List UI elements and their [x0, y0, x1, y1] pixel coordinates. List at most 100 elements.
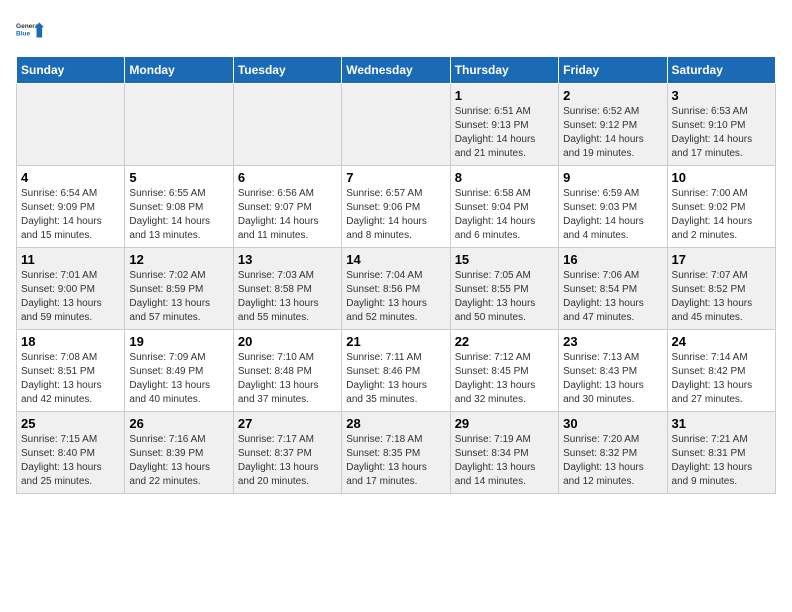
calendar-cell: 21 Sunrise: 7:11 AM Sunset: 8:46 PM Dayli…: [342, 330, 450, 412]
day-info: Sunrise: 7:05 AM Sunset: 8:55 PM Dayligh…: [455, 269, 554, 325]
calendar-cell: [17, 84, 125, 166]
day-number: 14: [346, 252, 445, 267]
day-info: Sunrise: 6:55 AM Sunset: 9:08 PM Dayligh…: [129, 187, 228, 243]
day-info: Sunrise: 6:59 AM Sunset: 9:03 PM Dayligh…: [563, 187, 662, 243]
day-info: Sunrise: 6:54 AM Sunset: 9:09 PM Dayligh…: [21, 187, 120, 243]
calendar-week-row: 1 Sunrise: 6:51 AM Sunset: 9:13 PM Daylig…: [17, 84, 776, 166]
day-info: Sunrise: 7:08 AM Sunset: 8:51 PM Dayligh…: [21, 351, 120, 407]
day-number: 23: [563, 334, 662, 349]
day-info: Sunrise: 6:58 AM Sunset: 9:04 PM Dayligh…: [455, 187, 554, 243]
day-info: Sunrise: 7:01 AM Sunset: 9:00 PM Dayligh…: [21, 269, 120, 325]
day-number: 20: [238, 334, 337, 349]
calendar-cell: 30 Sunrise: 7:20 AM Sunset: 8:32 PM Dayli…: [559, 412, 667, 494]
day-info: Sunrise: 7:11 AM Sunset: 8:46 PM Dayligh…: [346, 351, 445, 407]
day-number: 13: [238, 252, 337, 267]
calendar-cell: 11 Sunrise: 7:01 AM Sunset: 9:00 PM Dayli…: [17, 248, 125, 330]
day-number: 11: [21, 252, 120, 267]
day-info: Sunrise: 7:12 AM Sunset: 8:45 PM Dayligh…: [455, 351, 554, 407]
calendar-cell: 9 Sunrise: 6:59 AM Sunset: 9:03 PM Daylig…: [559, 166, 667, 248]
day-number: 10: [672, 170, 771, 185]
header-sunday: Sunday: [17, 57, 125, 84]
calendar-cell: 10 Sunrise: 7:00 AM Sunset: 9:02 PM Dayli…: [667, 166, 775, 248]
day-number: 17: [672, 252, 771, 267]
day-number: 8: [455, 170, 554, 185]
day-number: 2: [563, 88, 662, 103]
day-number: 7: [346, 170, 445, 185]
calendar-cell: 3 Sunrise: 6:53 AM Sunset: 9:10 PM Daylig…: [667, 84, 775, 166]
calendar-cell: [342, 84, 450, 166]
calendar-cell: 26Sunrise: 7:16 AM Sunset: 8:39 PM Dayli…: [125, 412, 233, 494]
day-number: 3: [672, 88, 771, 103]
day-number: 18: [21, 334, 120, 349]
calendar-table: SundayMondayTuesdayWednesdayThursdayFrid…: [16, 56, 776, 494]
calendar-cell: 27 Sunrise: 7:17 AM Sunset: 8:37 PM Dayli…: [233, 412, 341, 494]
calendar-cell: 24 Sunrise: 7:14 AM Sunset: 8:42 PM Dayli…: [667, 330, 775, 412]
day-info: Sunrise: 7:09 AM Sunset: 8:49 PM Dayligh…: [129, 351, 228, 407]
day-number: 4: [21, 170, 120, 185]
header-monday: Monday: [125, 57, 233, 84]
calendar-cell: 8 Sunrise: 6:58 AM Sunset: 9:04 PM Daylig…: [450, 166, 558, 248]
calendar-cell: 5 Sunrise: 6:55 AM Sunset: 9:08 PM Daylig…: [125, 166, 233, 248]
day-number: 16: [563, 252, 662, 267]
day-number: 25: [21, 416, 120, 431]
day-number: 27: [238, 416, 337, 431]
day-info: Sunrise: 6:56 AM Sunset: 9:07 PM Dayligh…: [238, 187, 337, 243]
calendar-cell: 13Sunrise: 7:03 AM Sunset: 8:58 PM Dayli…: [233, 248, 341, 330]
calendar-cell: [125, 84, 233, 166]
day-info: Sunrise: 7:02 AM Sunset: 8:59 PM Dayligh…: [129, 269, 228, 325]
calendar-cell: 19 Sunrise: 7:09 AM Sunset: 8:49 PM Dayli…: [125, 330, 233, 412]
calendar-cell: 29 Sunrise: 7:19 AM Sunset: 8:34 PM Dayli…: [450, 412, 558, 494]
calendar-cell: 1 Sunrise: 6:51 AM Sunset: 9:13 PM Daylig…: [450, 84, 558, 166]
day-number: 21: [346, 334, 445, 349]
day-info: Sunrise: 7:19 AM Sunset: 8:34 PM Dayligh…: [455, 433, 554, 489]
calendar-cell: 22 Sunrise: 7:12 AM Sunset: 8:45 PM Dayli…: [450, 330, 558, 412]
day-info: Sunrise: 7:04 AM Sunset: 8:56 PM Dayligh…: [346, 269, 445, 325]
day-info: Sunrise: 6:57 AM Sunset: 9:06 PM Dayligh…: [346, 187, 445, 243]
day-number: 31: [672, 416, 771, 431]
calendar-cell: 6Sunrise: 6:56 AM Sunset: 9:07 PM Daylig…: [233, 166, 341, 248]
logo-icon: GeneralBlue: [16, 16, 44, 44]
day-info: Sunrise: 7:06 AM Sunset: 8:54 PM Dayligh…: [563, 269, 662, 325]
header-friday: Friday: [559, 57, 667, 84]
day-number: 19: [129, 334, 228, 349]
calendar-week-row: 18 Sunrise: 7:08 AM Sunset: 8:51 PM Dayli…: [17, 330, 776, 412]
day-info: Sunrise: 7:07 AM Sunset: 8:52 PM Dayligh…: [672, 269, 771, 325]
day-number: 22: [455, 334, 554, 349]
calendar-week-row: 25 Sunrise: 7:15 AM Sunset: 8:40 PM Dayli…: [17, 412, 776, 494]
calendar-cell: 18 Sunrise: 7:08 AM Sunset: 8:51 PM Dayli…: [17, 330, 125, 412]
day-number: 1: [455, 88, 554, 103]
day-number: 30: [563, 416, 662, 431]
day-info: Sunrise: 6:53 AM Sunset: 9:10 PM Dayligh…: [672, 105, 771, 161]
day-number: 24: [672, 334, 771, 349]
day-info: Sunrise: 7:20 AM Sunset: 8:32 PM Dayligh…: [563, 433, 662, 489]
calendar-cell: 17 Sunrise: 7:07 AM Sunset: 8:52 PM Dayli…: [667, 248, 775, 330]
day-info: Sunrise: 7:17 AM Sunset: 8:37 PM Dayligh…: [238, 433, 337, 489]
day-number: 15: [455, 252, 554, 267]
day-info: Sunrise: 7:18 AM Sunset: 8:35 PM Dayligh…: [346, 433, 445, 489]
day-info: Sunrise: 7:10 AM Sunset: 8:48 PM Dayligh…: [238, 351, 337, 407]
header-thursday: Thursday: [450, 57, 558, 84]
logo: GeneralBlue: [16, 16, 44, 44]
day-number: 5: [129, 170, 228, 185]
day-info: Sunrise: 7:13 AM Sunset: 8:43 PM Dayligh…: [563, 351, 662, 407]
svg-text:Blue: Blue: [16, 31, 30, 38]
day-number: 29: [455, 416, 554, 431]
header-wednesday: Wednesday: [342, 57, 450, 84]
calendar-week-row: 4 Sunrise: 6:54 AM Sunset: 9:09 PM Daylig…: [17, 166, 776, 248]
calendar-cell: 16 Sunrise: 7:06 AM Sunset: 8:54 PM Dayli…: [559, 248, 667, 330]
day-info: Sunrise: 7:14 AM Sunset: 8:42 PM Dayligh…: [672, 351, 771, 407]
day-info: Sunrise: 7:16 AM Sunset: 8:39 PM Dayligh…: [129, 433, 228, 489]
calendar-cell: 31Sunrise: 7:21 AM Sunset: 8:31 PM Dayli…: [667, 412, 775, 494]
calendar-cell: 12 Sunrise: 7:02 AM Sunset: 8:59 PM Dayli…: [125, 248, 233, 330]
calendar-cell: [233, 84, 341, 166]
day-info: Sunrise: 7:15 AM Sunset: 8:40 PM Dayligh…: [21, 433, 120, 489]
header: GeneralBlue: [16, 16, 776, 44]
day-number: 12: [129, 252, 228, 267]
calendar-header-row: SundayMondayTuesdayWednesdayThursdayFrid…: [17, 57, 776, 84]
header-tuesday: Tuesday: [233, 57, 341, 84]
day-info: Sunrise: 7:00 AM Sunset: 9:02 PM Dayligh…: [672, 187, 771, 243]
calendar-cell: 28Sunrise: 7:18 AM Sunset: 8:35 PM Dayli…: [342, 412, 450, 494]
day-number: 9: [563, 170, 662, 185]
calendar-cell: 15 Sunrise: 7:05 AM Sunset: 8:55 PM Dayli…: [450, 248, 558, 330]
day-info: Sunrise: 6:51 AM Sunset: 9:13 PM Dayligh…: [455, 105, 554, 161]
